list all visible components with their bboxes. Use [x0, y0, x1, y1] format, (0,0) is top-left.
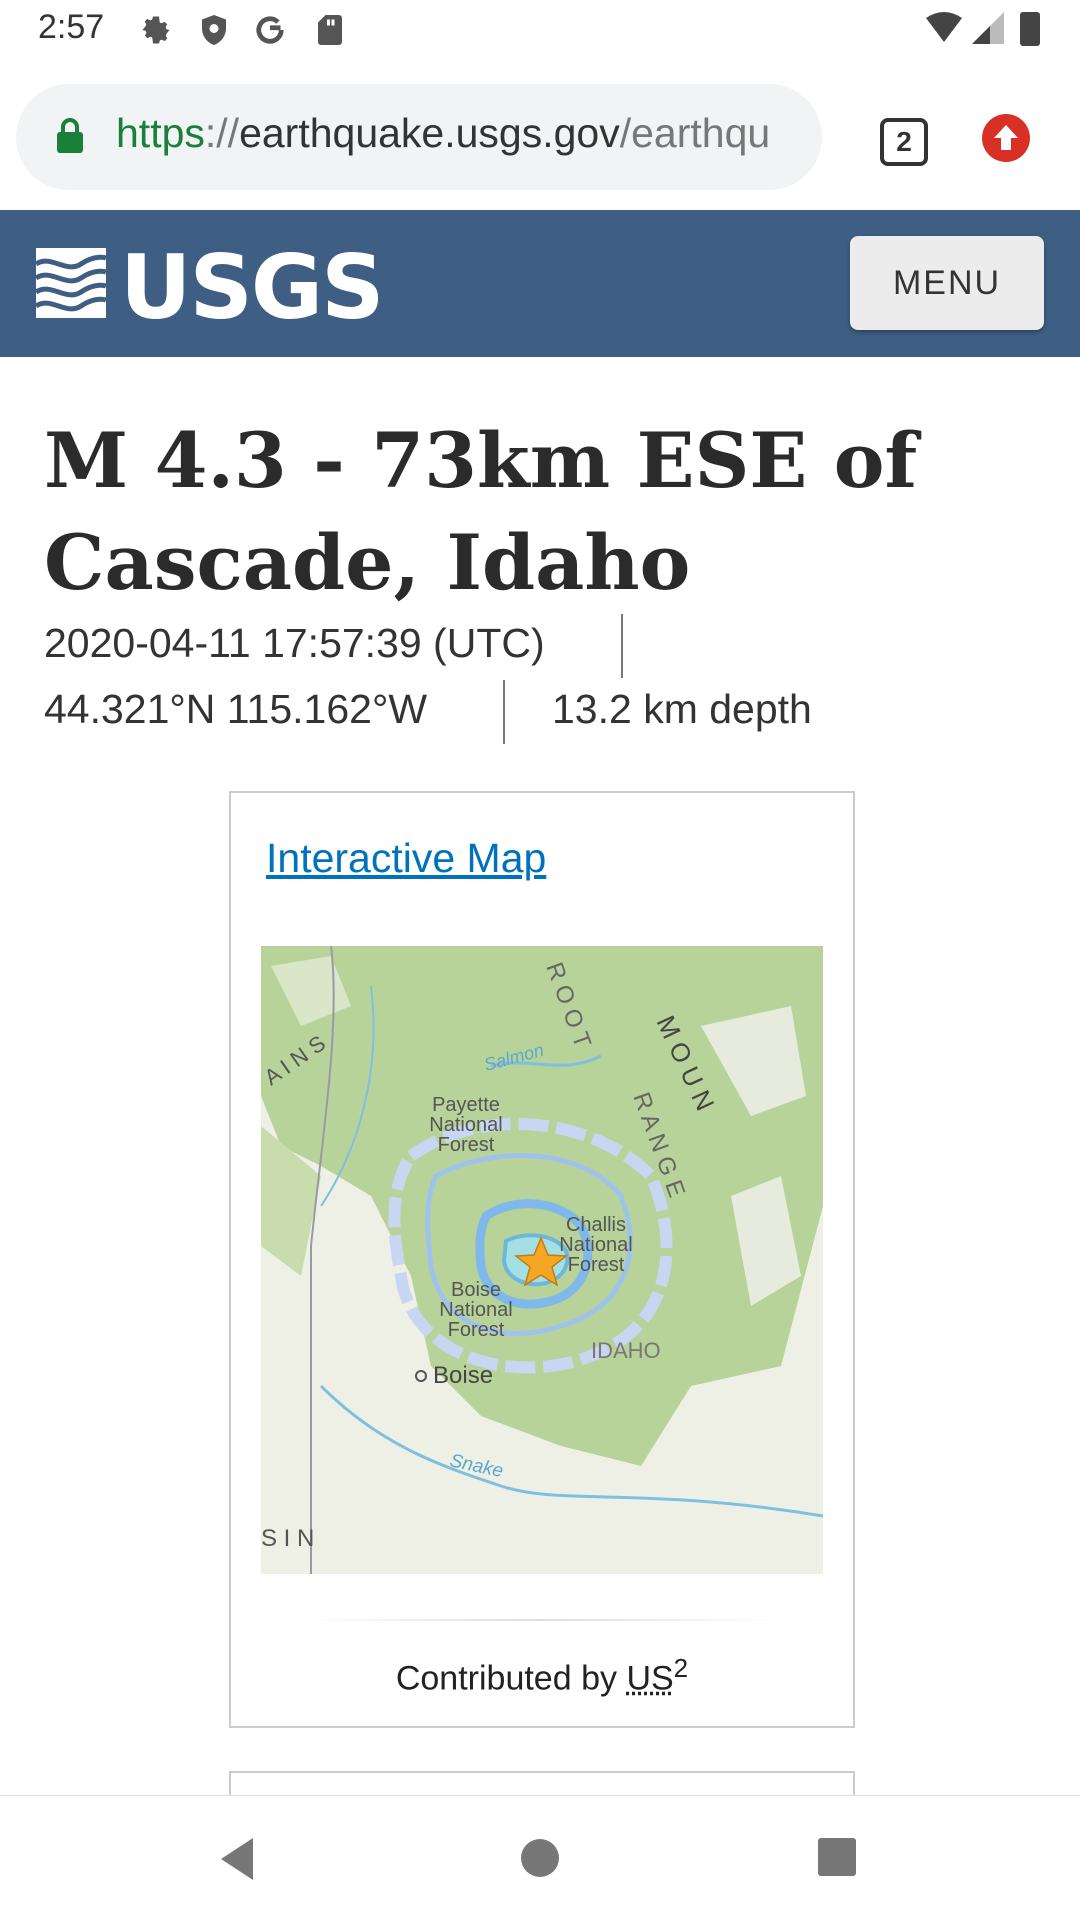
- battery-icon: [1020, 12, 1040, 46]
- arrow-up-icon: [994, 125, 1018, 150]
- usgs-wave-icon: [34, 248, 107, 318]
- usgs-logo[interactable]: USGS: [34, 236, 384, 339]
- url-host: earthquake.usgs.gov: [239, 110, 620, 156]
- status-bar: 2:57: [0, 0, 1080, 64]
- contributor-prefix: Contributed by: [395, 1659, 627, 1698]
- contributor-credit: Contributed by US2: [231, 1653, 853, 1698]
- recents-icon[interactable]: [816, 1836, 858, 1878]
- update-button[interactable]: [982, 114, 1030, 162]
- url-scheme: https: [116, 110, 205, 156]
- tab-switcher-button[interactable]: 2: [880, 118, 928, 166]
- interactive-map-link[interactable]: Interactive Map: [266, 835, 546, 882]
- shield-icon: [202, 15, 226, 45]
- challis-label-line: Challis: [566, 1214, 626, 1236]
- map-graphic: Payette National Forest Challis National For…: [261, 946, 823, 1574]
- menu-button[interactable]: MENU: [850, 236, 1044, 330]
- card-divider: [301, 1619, 781, 1621]
- logo-wordmark: USGS: [120, 236, 384, 339]
- google-icon: [256, 16, 284, 44]
- payette-label-line: National: [429, 1114, 502, 1136]
- meta-divider: [503, 680, 505, 744]
- gear-icon: [142, 16, 170, 44]
- idaho-label: IDAHO: [591, 1338, 661, 1363]
- map-card: Interactive Map Payette National Forest …: [229, 791, 855, 1728]
- status-right-icons: [926, 12, 1040, 46]
- event-depth: 13.2 km depth: [552, 686, 812, 732]
- boise_nf-label-line: National: [439, 1299, 512, 1321]
- contributor-sup: 2: [673, 1653, 689, 1683]
- wifi-icon: [926, 12, 962, 42]
- challis-label: Challis National Forest: [559, 1214, 632, 1276]
- challis-label-line: National: [559, 1234, 632, 1256]
- back-icon[interactable]: [215, 1836, 261, 1882]
- url-path: /earthqu: [619, 110, 771, 156]
- sd-card-icon: [318, 15, 342, 45]
- event-coordinates: 44.321°N 115.162°W: [44, 686, 428, 732]
- boise_nf-label-line: Forest: [448, 1319, 505, 1341]
- event-title: M 4.3 - 73km ESE of Cascade, Idaho: [44, 416, 918, 607]
- shakemap-thumbnail[interactable]: Payette National Forest Challis National For…: [261, 946, 823, 1574]
- payette-label: Payette National Forest: [429, 1094, 502, 1156]
- site-header: USGS MENU: [0, 210, 1080, 357]
- event-time: 2020-04-11 17:57:39 (UTC): [44, 620, 545, 666]
- android-nav-bar: [0, 1795, 1080, 1921]
- lock-icon: [57, 118, 83, 153]
- challis-label-line: Forest: [568, 1254, 625, 1276]
- meta-divider: [621, 614, 623, 678]
- url-bar[interactable]: https://earthquake.usgs.gov/earthqu: [16, 84, 822, 190]
- status-time: 2:57: [38, 8, 105, 46]
- payette-label-line: Forest: [438, 1134, 495, 1156]
- home-icon[interactable]: [518, 1836, 562, 1880]
- payette-label-line: Payette: [432, 1094, 500, 1116]
- contributor-abbr[interactable]: US: [626, 1659, 673, 1697]
- sin-label: S I N: [261, 1525, 314, 1552]
- url-text[interactable]: https://earthquake.usgs.gov/earthqu: [116, 110, 806, 157]
- boise-label: Boise: [433, 1362, 493, 1389]
- browser-toolbar: https://earthquake.usgs.gov/earthqu 2: [0, 64, 1080, 210]
- boise_nf-label-line: Boise: [451, 1279, 501, 1301]
- url-separator: ://: [204, 110, 240, 156]
